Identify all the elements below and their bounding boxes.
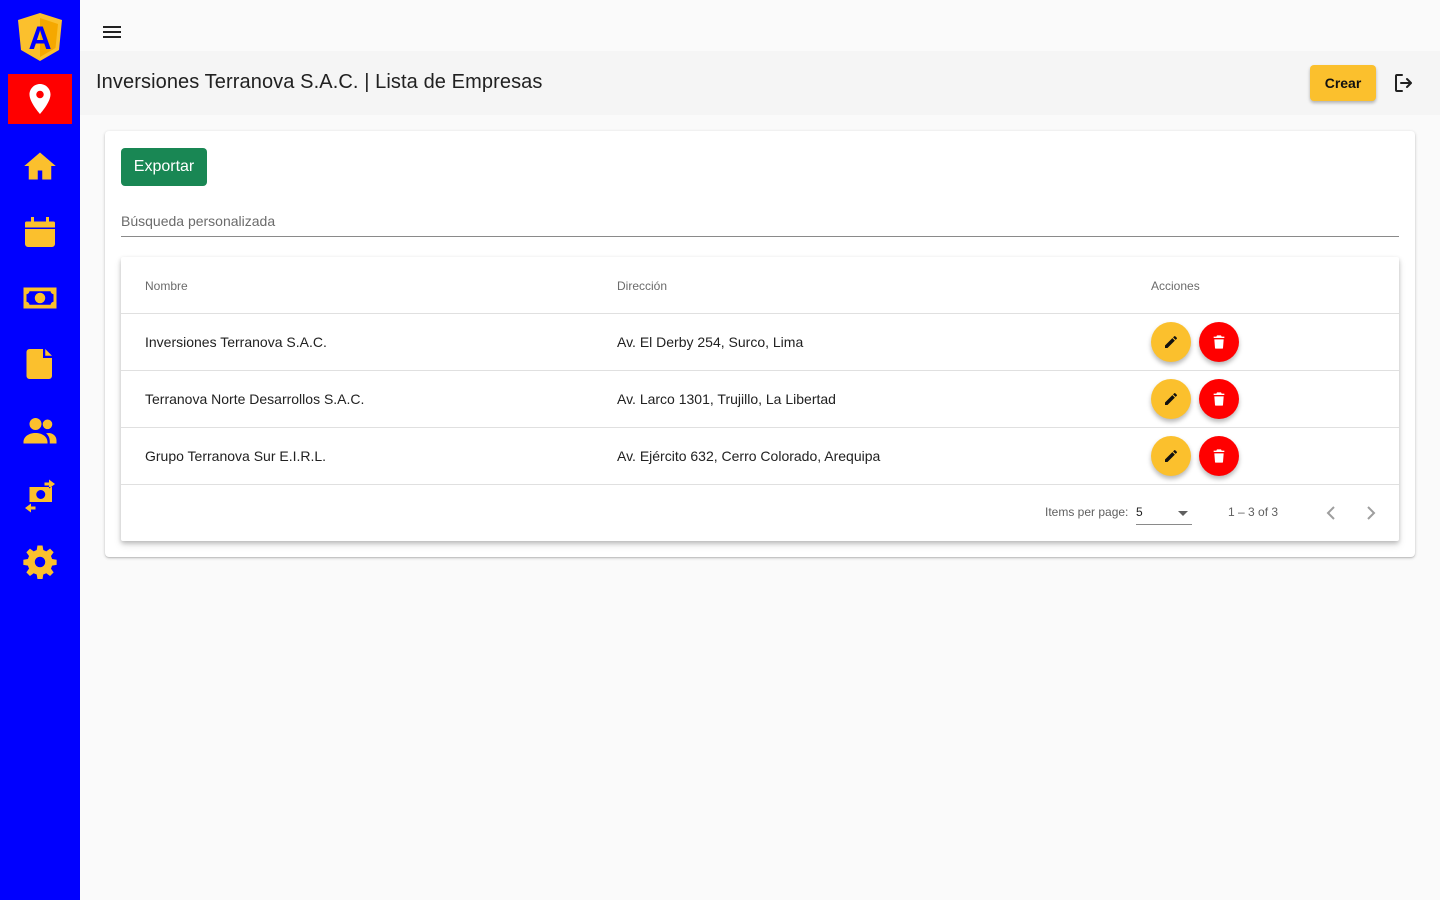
cell-direccion: Av. Ejército 632, Cerro Colorado, Arequi…	[617, 448, 881, 464]
column-header-acciones: Acciones	[1151, 279, 1200, 293]
chevron-left-icon	[1326, 506, 1335, 520]
table-row: Terranova Norte Desarrollos S.A.C. Av. L…	[121, 371, 1399, 428]
calendar-icon	[25, 217, 55, 247]
sidebar-item-users[interactable]	[0, 405, 80, 455]
next-page-button[interactable]	[1359, 501, 1383, 525]
delete-button[interactable]	[1199, 322, 1239, 362]
search-input[interactable]	[121, 211, 1399, 237]
companies-table: Nombre Dirección Acciones Inversiones Te…	[121, 257, 1399, 541]
sidebar-item-money-exchange[interactable]	[0, 471, 80, 521]
table-row: Grupo Terranova Sur E.I.R.L. Av. Ejércit…	[121, 428, 1399, 485]
cell-nombre: Inversiones Terranova S.A.C.	[145, 334, 327, 350]
money-exchange-icon	[25, 479, 55, 513]
pencil-icon	[1165, 335, 1177, 348]
edit-button[interactable]	[1151, 379, 1191, 419]
cell-nombre: Grupo Terranova Sur E.I.R.L.	[145, 448, 327, 464]
sidebar-item-money[interactable]	[0, 273, 80, 323]
angular-logo-icon[interactable]: A	[16, 12, 64, 62]
table-header: Nombre Dirección Acciones	[121, 257, 1399, 314]
logo-letter: A	[28, 20, 51, 56]
cell-nombre: Terranova Norte Desarrollos S.A.C.	[145, 391, 365, 407]
table-row: Inversiones Terranova S.A.C. Av. El Derb…	[121, 314, 1399, 371]
sidebar: A	[0, 0, 80, 900]
column-header-nombre[interactable]: Nombre	[145, 279, 188, 293]
create-button[interactable]: Crear	[1310, 65, 1376, 101]
gear-icon	[23, 545, 57, 579]
items-per-page-select[interactable]: 5	[1136, 499, 1192, 525]
money-icon	[23, 287, 57, 309]
page-title: Inversiones Terranova S.A.C. | Lista de …	[96, 71, 543, 93]
cell-direccion: Av. El Derby 254, Surco, Lima	[617, 334, 804, 350]
sidebar-item-calendar[interactable]	[0, 207, 80, 257]
edit-button[interactable]	[1151, 322, 1191, 362]
sidebar-item-documents[interactable]	[0, 339, 80, 389]
items-per-page-label: Items per page:	[1045, 505, 1129, 519]
top-bar	[80, 0, 1440, 51]
pencil-icon	[1165, 392, 1177, 405]
trash-icon	[1213, 335, 1225, 349]
sidebar-item-home[interactable]	[0, 141, 80, 191]
chevron-right-icon	[1367, 506, 1376, 520]
home-icon	[24, 152, 56, 180]
page-header: Inversiones Terranova S.A.C. | Lista de …	[80, 51, 1440, 115]
document-icon	[26, 349, 52, 379]
content-card: Exportar Nombre Dirección Acciones Inver…	[105, 131, 1415, 557]
paginator: Items per page: 5 1 – 3 of 3	[121, 485, 1399, 541]
sidebar-item-location[interactable]	[8, 74, 72, 124]
delete-button[interactable]	[1199, 436, 1239, 476]
edit-button[interactable]	[1151, 436, 1191, 476]
export-button[interactable]: Exportar	[121, 148, 207, 186]
page-range-label: 1 – 3 of 3	[1228, 505, 1279, 519]
menu-icon[interactable]	[100, 20, 124, 44]
sidebar-item-settings[interactable]	[0, 537, 80, 587]
logout-icon[interactable]	[1392, 71, 1416, 95]
items-per-page-value: 5	[1136, 505, 1143, 519]
location-pin-icon	[29, 84, 51, 114]
trash-icon	[1213, 449, 1225, 463]
pencil-icon	[1165, 449, 1177, 462]
previous-page-button[interactable]	[1319, 501, 1343, 525]
delete-button[interactable]	[1199, 379, 1239, 419]
users-icon	[23, 418, 57, 444]
column-header-direccion[interactable]: Dirección	[617, 279, 667, 293]
dropdown-arrow-icon	[1178, 511, 1188, 516]
cell-direccion: Av. Larco 1301, Trujillo, La Libertad	[617, 391, 836, 407]
trash-icon	[1213, 392, 1225, 406]
